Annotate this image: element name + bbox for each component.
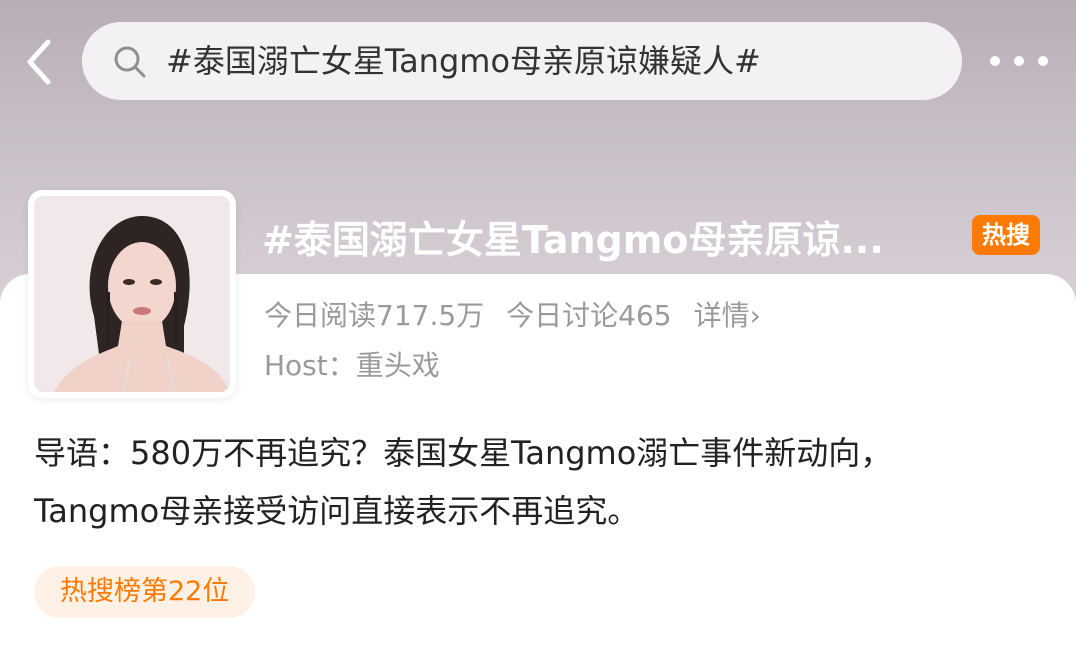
discuss-count: 今日讨论465 (506, 299, 672, 332)
topic-title: #泰国溺亡女星Tangmo母亲原谅... (262, 218, 884, 262)
search-bar[interactable]: #泰国溺亡女星Tangmo母亲原谅嫌疑人# (82, 22, 962, 100)
read-count: 今日阅读717.5万 (264, 299, 485, 332)
host-name[interactable]: 重头戏 (356, 349, 440, 382)
more-dot (1014, 56, 1024, 66)
more-dot (1038, 56, 1048, 66)
portrait-illustration (34, 196, 230, 392)
hot-badge: 热搜 (972, 215, 1040, 255)
more-button[interactable] (990, 56, 1050, 68)
more-dots-icon (990, 56, 1000, 66)
topic-avatar[interactable] (28, 190, 236, 398)
chevron-left-icon (27, 39, 51, 85)
search-icon (114, 46, 146, 78)
details-link[interactable]: 详情› (694, 299, 761, 332)
host-info: Host：重头戏 (264, 346, 440, 386)
host-label: Host： (264, 349, 356, 382)
rank-badge[interactable]: 热搜榜第22位 (34, 566, 256, 618)
intro-line: 导语：580万不再追究？泰国女星Tangmo溺亡事件新动向， (34, 434, 893, 472)
avatar-image (34, 196, 230, 392)
back-button[interactable] (18, 34, 62, 90)
intro-line: Tangmo母亲接受访问直接表示不再追究。 (34, 492, 640, 530)
search-query[interactable]: #泰国溺亡女星Tangmo母亲原谅嫌疑人# (166, 22, 761, 100)
topic-stats: 今日阅读717.5万 今日讨论465 详情› (264, 296, 761, 336)
topic-intro: 导语：580万不再追究？泰国女星Tangmo溺亡事件新动向， Tangmo母亲接… (34, 424, 1044, 540)
